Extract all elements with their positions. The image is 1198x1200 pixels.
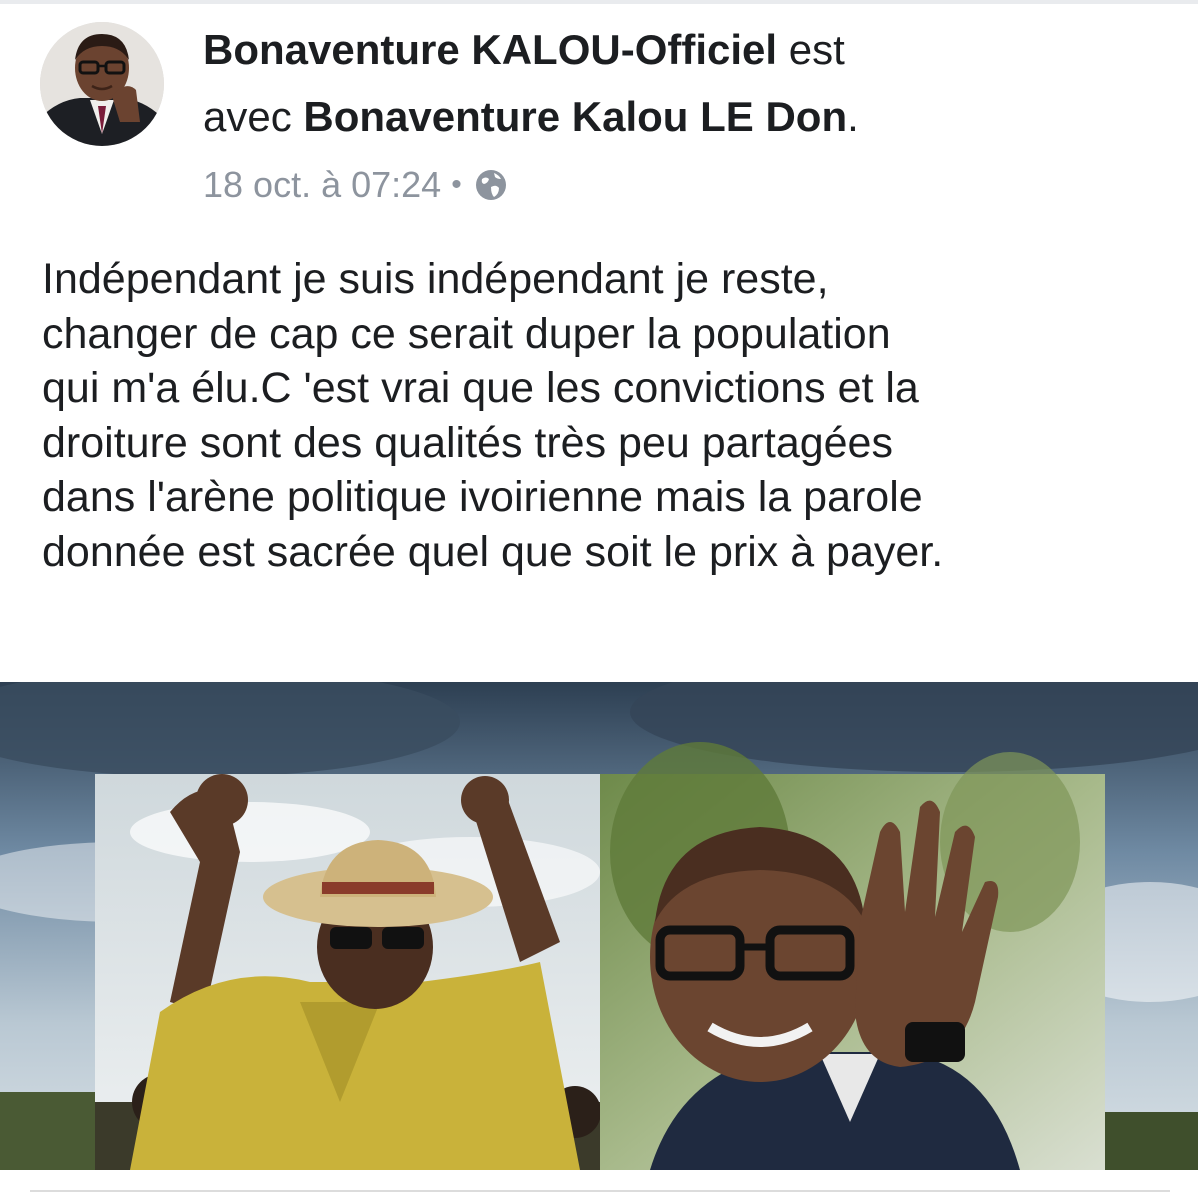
bottom-divider	[30, 1190, 1170, 1192]
post-header-line-2: avec Bonaventure Kalou LE Don.	[203, 92, 859, 142]
avatar-portrait	[40, 22, 164, 146]
author-name-link[interactable]: Bonaventure KALOU-Officiel	[203, 26, 777, 73]
post-header-line-1: Bonaventure KALOU-Officiel est	[203, 25, 845, 75]
top-divider	[0, 0, 1198, 4]
facebook-post: Bonaventure KALOU-Officiel est avec Bona…	[0, 0, 1198, 1200]
with-word: est	[788, 26, 845, 73]
post-message: Indépendant je suis indépendant je reste…	[42, 252, 1172, 579]
post-text-line: droiture sont des qualités très peu part…	[42, 418, 893, 467]
post-text-line: dans l'arène politique ivoirienne mais l…	[42, 473, 923, 521]
author-avatar[interactable]	[40, 22, 164, 146]
post-text-line: qui m'a élu.C 'est vrai que les convicti…	[42, 364, 919, 412]
tagged-name-link[interactable]: Bonaventure Kalou LE Don	[303, 93, 847, 140]
meta-separator: •	[451, 168, 462, 201]
photo-collage	[0, 682, 1198, 1170]
post-text-line: Indépendant je suis indépendant je reste…	[42, 255, 829, 303]
with-prefix: avec	[203, 93, 292, 140]
tagged-suffix: .	[847, 93, 859, 140]
post-photo[interactable]	[0, 682, 1198, 1170]
post-text-line: changer de cap ce serait duper la popula…	[42, 309, 891, 358]
post-text-line: donnée est sacrée quel que soit le prix …	[42, 527, 944, 576]
globe-icon[interactable]	[472, 166, 510, 204]
post-timestamp[interactable]: 18 oct. à 07:24	[203, 164, 441, 206]
post-meta: 18 oct. à 07:24 •	[203, 162, 510, 208]
